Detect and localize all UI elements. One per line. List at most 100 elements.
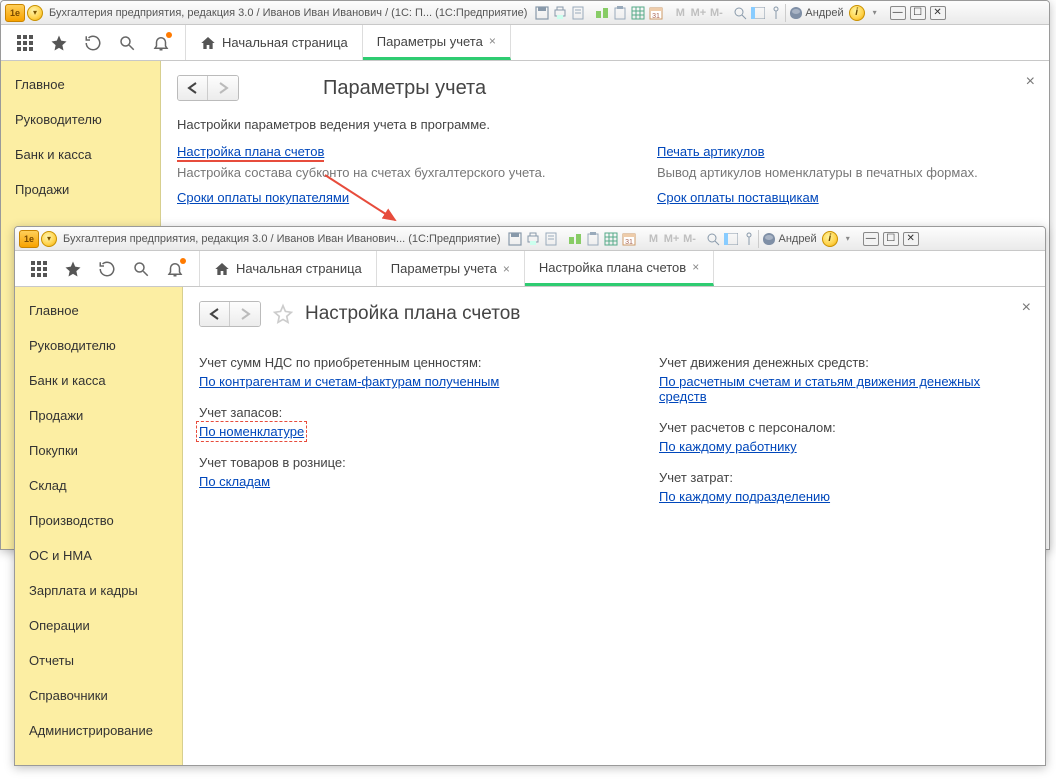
info-dropdown-icon[interactable]: ▾ [866,4,884,22]
grid-icon[interactable] [602,230,620,248]
print-icon[interactable] [551,4,569,22]
bell-icon[interactable] [165,259,185,279]
memory-mplus-icon[interactable]: M+ [689,4,707,22]
app-logo-icon: 1e [19,230,39,248]
save-icon[interactable] [533,4,551,22]
sidebar-item-bank[interactable]: Банк и касса [15,363,182,398]
link-retail[interactable]: По складам [199,474,270,489]
link-personnel[interactable]: По каждому работнику [659,439,797,454]
compare-icon[interactable] [593,4,611,22]
star-icon[interactable] [63,259,83,279]
link-supplier-terms[interactable]: Срок оплаты поставщикам [657,190,819,205]
link-costs[interactable]: По каждому подразделению [659,489,830,504]
link-buyer-terms[interactable]: Сроки оплаты покупателями [177,190,349,205]
tools-icon[interactable] [740,230,758,248]
memory-mplus-icon[interactable]: M+ [662,230,680,248]
tab-close-icon[interactable]: × [503,262,510,276]
sidebar-item-warehouse[interactable]: Склад [15,468,182,503]
tab-params[interactable]: Параметры учета × [363,25,511,60]
tab-home[interactable]: Начальная страница [185,25,363,60]
calendar-icon[interactable]: 31 [620,230,638,248]
sidebar-item-main[interactable]: Главное [1,67,160,102]
clipboard-icon[interactable] [584,230,602,248]
maximize-button[interactable]: ☐ [883,232,899,246]
panels-icon[interactable] [722,230,740,248]
grid-icon[interactable] [629,4,647,22]
calendar-icon[interactable]: 31 [647,4,665,22]
sidebar-item-manager[interactable]: Руководителю [15,328,182,363]
favorite-star-icon[interactable] [273,304,293,324]
page-close-icon[interactable]: × [1022,299,1031,317]
sidebar-item-reports[interactable]: Отчеты [15,643,182,678]
sidebar-item-operations[interactable]: Операции [15,608,182,643]
tab-params-label: Параметры учета [377,34,483,49]
zoom-icon[interactable] [731,4,749,22]
history-icon[interactable] [83,33,103,53]
maximize-button[interactable]: ☐ [910,6,926,20]
sidebar-item-sales[interactable]: Продажи [15,398,182,433]
sidebar-item-purchases[interactable]: Покупки [15,433,182,468]
close-button[interactable]: ✕ [930,6,946,20]
sidebar-item-bank[interactable]: Банк и касса [1,137,160,172]
star-icon[interactable] [49,33,69,53]
history-icon[interactable] [97,259,117,279]
compare-icon[interactable] [566,230,584,248]
tab-plan-accounts[interactable]: Настройка плана счетов × [525,251,714,286]
search-icon[interactable] [131,259,151,279]
sidebar-item-sales[interactable]: Продажи [1,172,160,207]
page-close-icon[interactable]: × [1026,73,1035,91]
link-vat[interactable]: По контрагентам и счетам-фактурам получе… [199,374,499,389]
minimize-button[interactable]: — [890,6,906,20]
content-area: × Настройка плана счетов Учет сумм НДС п… [183,287,1045,765]
save-icon[interactable] [506,230,524,248]
tools-icon[interactable] [767,4,785,22]
sidebar-item-production[interactable]: Производство [15,503,182,538]
link-print-articles[interactable]: Печать артикулов [657,144,765,159]
nav-buttons [199,301,261,327]
doc-icon[interactable] [542,230,560,248]
minimize-button[interactable]: — [863,232,879,246]
info-dropdown-icon[interactable]: ▾ [839,230,857,248]
info-icon[interactable]: i [848,4,866,22]
link-inventory[interactable]: По номенклатуре [199,424,304,439]
sidebar-item-os-nma[interactable]: ОС и НМА [15,538,182,573]
sidebar-item-directories[interactable]: Справочники [15,678,182,713]
tab-close-icon[interactable]: × [489,34,496,48]
memory-m-icon[interactable]: M [671,4,689,22]
print-icon[interactable] [524,230,542,248]
app-logo-icon: 1e [5,4,25,22]
memory-mminus-icon[interactable]: M- [680,230,698,248]
tab-params[interactable]: Параметры учета × [377,251,525,286]
sidebar-item-main[interactable]: Главное [15,293,182,328]
label-vat: Учет сумм НДС по приобретенным ценностям… [199,355,619,370]
toolbar: Начальная страница Параметры учета × Нас… [15,251,1045,287]
apps-icon[interactable] [15,33,35,53]
zoom-icon[interactable] [704,230,722,248]
link-plan-accounts[interactable]: Настройка плана счетов [177,144,324,162]
tab-home[interactable]: Начальная страница [199,251,377,286]
user-chip[interactable]: Андрей [758,230,820,248]
sidebar-item-admin[interactable]: Администрирование [15,713,182,748]
search-icon[interactable] [117,33,137,53]
sidebar-item-manager[interactable]: Руководителю [1,102,160,137]
memory-m-icon[interactable]: M [644,230,662,248]
nav-forward-button[interactable] [208,76,238,100]
info-icon[interactable]: i [821,230,839,248]
doc-icon[interactable] [569,4,587,22]
nav-back-button[interactable] [178,76,208,100]
clipboard-icon[interactable] [611,4,629,22]
memory-mminus-icon[interactable]: M- [707,4,725,22]
nav-forward-button[interactable] [230,302,260,326]
page-subtitle: Настройки параметров ведения учета в про… [177,117,1033,132]
app-menu-dropdown[interactable]: ▾ [27,5,43,21]
tab-close-icon[interactable]: × [692,260,699,274]
app-menu-dropdown[interactable]: ▾ [41,231,57,247]
user-chip[interactable]: Андрей [785,4,847,22]
apps-icon[interactable] [29,259,49,279]
panels-icon[interactable] [749,4,767,22]
nav-back-button[interactable] [200,302,230,326]
bell-icon[interactable] [151,33,171,53]
sidebar-item-payroll[interactable]: Зарплата и кадры [15,573,182,608]
close-button[interactable]: ✕ [903,232,919,246]
link-cash[interactable]: По расчетным счетам и статьям движения д… [659,374,980,404]
